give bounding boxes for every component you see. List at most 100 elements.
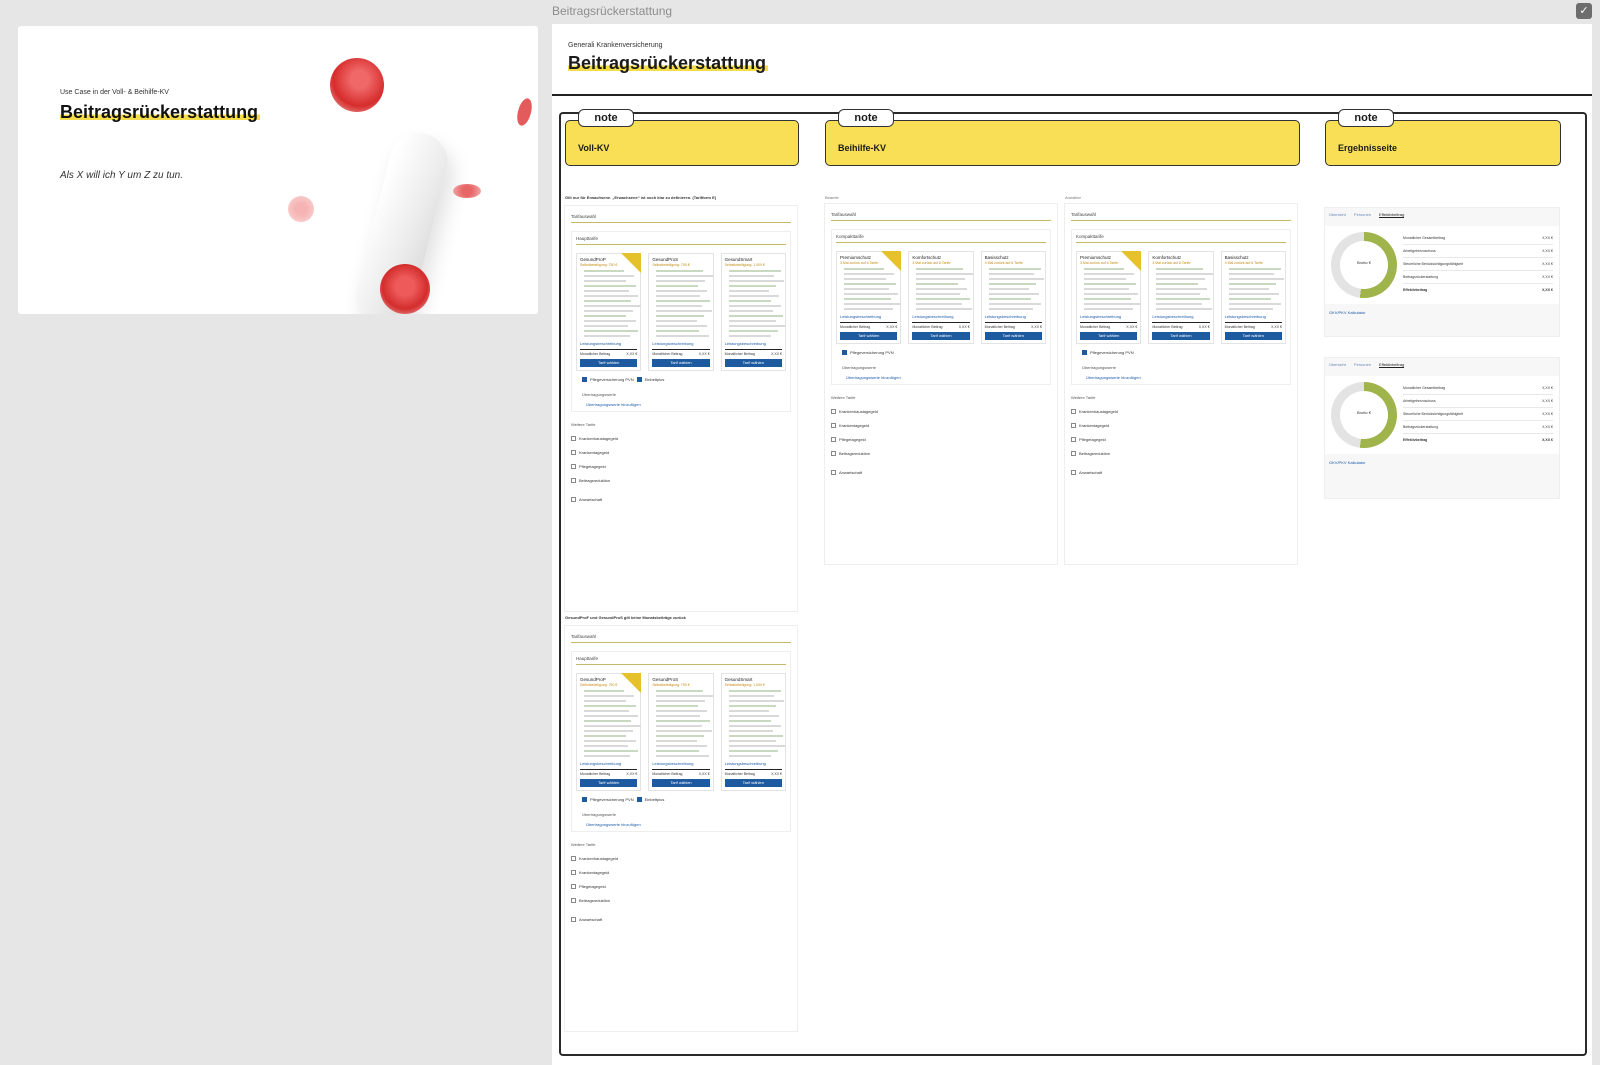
checkbox[interactable]: [1071, 470, 1076, 475]
tariff-card[interactable]: Basisschutz 3 Mal zurück auf 6 Tarife Leis…: [1220, 251, 1286, 344]
tab-1[interactable]: Personen: [1354, 362, 1371, 368]
select-tariff-button[interactable]: Tarif wählen: [1152, 332, 1210, 340]
red-ball-illustration: [330, 58, 384, 112]
tab-tarifauswahl[interactable]: Tarifauswahl: [565, 626, 797, 639]
tariff-card[interactable]: GesundSmart Selbstbeteiligung: 1.000 € Lei…: [720, 673, 786, 791]
select-tariff-button[interactable]: Tarif wählen: [652, 779, 710, 787]
checkbox[interactable]: [1071, 423, 1076, 428]
checkbox[interactable]: [571, 856, 576, 861]
uebertragung-link[interactable]: Übertragungswerte hinzufügen: [846, 375, 1040, 380]
select-tariff-button[interactable]: Tarif wählen: [912, 332, 970, 340]
note-voll-kv[interactable]: note Voll-KV: [565, 109, 799, 166]
select-tariff-button[interactable]: Tarif wählen: [724, 359, 782, 367]
checkbox[interactable]: [1082, 350, 1087, 355]
price-value: X,XX €: [958, 325, 970, 329]
leistungsbeschreibung-link[interactable]: Leistungsbeschreibung: [580, 761, 637, 766]
checkbox[interactable]: [571, 898, 576, 903]
checkmark-icon[interactable]: ✓: [1576, 3, 1592, 19]
feature-line: [988, 283, 1037, 285]
tab-1[interactable]: Personen: [1354, 212, 1371, 218]
tariff-card[interactable]: Premiumschutz 3 Mal zurück auf 6 Tarife Le…: [1076, 251, 1142, 344]
checkbox[interactable]: [1071, 409, 1076, 414]
tariff-card[interactable]: Komfortschutz 3 Mal zurück auf 6 Tarife Le…: [1148, 251, 1214, 344]
tab-0[interactable]: Übersicht: [1329, 212, 1346, 218]
checkbox[interactable]: [571, 436, 576, 441]
leistungsbeschreibung-link[interactable]: Leistungsbeschreibung: [725, 761, 782, 766]
tariff-card[interactable]: GesundProP Selbstbeteiligung: 750 € Leistu…: [576, 673, 642, 791]
checkbox[interactable]: [571, 497, 576, 502]
leistungsbeschreibung-link[interactable]: Leistungsbeschreibung: [652, 341, 709, 346]
leistungsbeschreibung-link[interactable]: Leistungsbeschreibung: [580, 341, 637, 346]
calculator-link[interactable]: GKV/PKV Kalkulator: [1329, 460, 1559, 465]
checkbox[interactable]: [842, 350, 847, 355]
tariff-card[interactable]: Komfortschutz 3 Mal zurück auf 6 Tarife Le…: [908, 251, 974, 344]
tariff-card[interactable]: GesundProS Selbstbeteiligung: 750 € Leistu…: [648, 253, 714, 371]
leistungsbeschreibung-link[interactable]: Leistungsbeschreibung: [840, 314, 897, 319]
select-tariff-button[interactable]: Tarif wählen: [1080, 332, 1138, 340]
feature-line: [1156, 283, 1198, 285]
leistungsbeschreibung-link[interactable]: Leistungsbeschreibung: [1080, 314, 1137, 319]
leistungsbeschreibung-link[interactable]: Leistungsbeschreibung: [725, 341, 782, 346]
tab-tarifauswahl[interactable]: Tarifauswahl: [825, 204, 1057, 217]
tab-2[interactable]: Effektivbeitrag: [1379, 212, 1405, 218]
divider: [576, 244, 786, 245]
checkbox[interactable]: [831, 451, 836, 456]
checkbox[interactable]: [571, 478, 576, 483]
tab-tarifauswahl[interactable]: Tarifauswahl: [565, 206, 797, 219]
price-value: X,XX €: [1031, 325, 1042, 329]
checkbox[interactable]: [636, 797, 642, 802]
checkbox[interactable]: [571, 917, 576, 922]
leistungsbeschreibung-link[interactable]: Leistungsbeschreibung: [985, 314, 1042, 319]
tariff-card[interactable]: GesundProP Selbstbeteiligung: 750 € Leistu…: [576, 253, 642, 371]
tariff-card[interactable]: GesundSmart Selbstbeteiligung: 1.000 € Lei…: [720, 253, 786, 371]
select-tariff-button[interactable]: Tarif wählen: [1224, 332, 1282, 340]
checkbox[interactable]: [582, 797, 587, 802]
checkbox[interactable]: [831, 409, 836, 414]
recommended-badge: [621, 673, 642, 693]
select-tariff-button[interactable]: Tarif wählen: [840, 332, 898, 340]
checkbox[interactable]: [1071, 451, 1076, 456]
uebertragung-link[interactable]: Übertragungswerte hinzufügen: [586, 822, 780, 827]
weitere-tarife-label: Weitere Tarife: [571, 842, 596, 847]
leistungsbeschreibung-link[interactable]: Leistungsbeschreibung: [912, 314, 969, 319]
result-line: Beitragsrückerstattung X,XX €: [1403, 271, 1553, 284]
select-tariff-button[interactable]: Tarif wählen: [580, 779, 638, 787]
leistungsbeschreibung-link[interactable]: Leistungsbeschreibung: [1225, 314, 1282, 319]
leistungsbeschreibung-link[interactable]: Leistungsbeschreibung: [652, 761, 709, 766]
tab-2[interactable]: Effektivbeitrag: [1379, 362, 1405, 368]
tariff-card[interactable]: Basisschutz 3 Mal zurück auf 6 Tarife Leis…: [980, 251, 1046, 344]
checkbox[interactable]: [571, 870, 576, 875]
checkbox[interactable]: [582, 377, 587, 382]
select-tariff-button[interactable]: Tarif wählen: [652, 359, 710, 367]
checkbox[interactable]: [571, 884, 576, 889]
leistungsbeschreibung-link[interactable]: Leistungsbeschreibung: [1152, 314, 1209, 319]
tariff-card[interactable]: Premiumschutz 3 Mal zurück auf 6 Tarife Le…: [836, 251, 902, 344]
note-beihilfe-kv[interactable]: note Beihilfe-KV: [825, 109, 1300, 166]
checkbox[interactable]: [571, 464, 576, 469]
select-tariff-button[interactable]: Tarif wählen: [984, 332, 1042, 340]
note-ergebnisseite[interactable]: note Ergebnisseite: [1325, 109, 1561, 166]
tariff-name: Basisschutz: [984, 255, 1009, 260]
weitere-tarif-row: Beitragsreduktion: [831, 451, 1051, 456]
select-tariff-button[interactable]: Tarif wählen: [580, 359, 638, 367]
tariff-group-title: Kompakttarife: [836, 234, 864, 239]
checkbox[interactable]: [571, 450, 576, 455]
feature-line: [1156, 278, 1206, 280]
uebertragung-link[interactable]: Übertragungswerte hinzufügen: [586, 402, 780, 407]
checkbox[interactable]: [831, 437, 836, 442]
tab-0[interactable]: Übersicht: [1329, 362, 1346, 368]
tab-tarifauswahl[interactable]: Tarifauswahl: [1065, 204, 1297, 217]
tariff-name: GesundSmart: [724, 677, 753, 682]
cover-kicker: Use Case in der Voll- & Beihilfe-KV: [60, 89, 169, 96]
checkbox[interactable]: [831, 470, 836, 475]
calculator-link[interactable]: GKV/PKV Kalkulator: [1329, 310, 1559, 315]
tariff-card[interactable]: GesundProS Selbstbeteiligung: 750 € Leistu…: [648, 673, 714, 791]
checkbox[interactable]: [1071, 437, 1076, 442]
feature-line: [728, 270, 782, 272]
uebertragung-link[interactable]: Übertragungswerte hinzufügen: [1086, 375, 1280, 380]
checkbox[interactable]: [636, 377, 642, 382]
checkbox[interactable]: [831, 423, 836, 428]
feature-line: [844, 308, 894, 310]
tab-underline: [831, 220, 1051, 221]
select-tariff-button[interactable]: Tarif wählen: [724, 779, 782, 787]
